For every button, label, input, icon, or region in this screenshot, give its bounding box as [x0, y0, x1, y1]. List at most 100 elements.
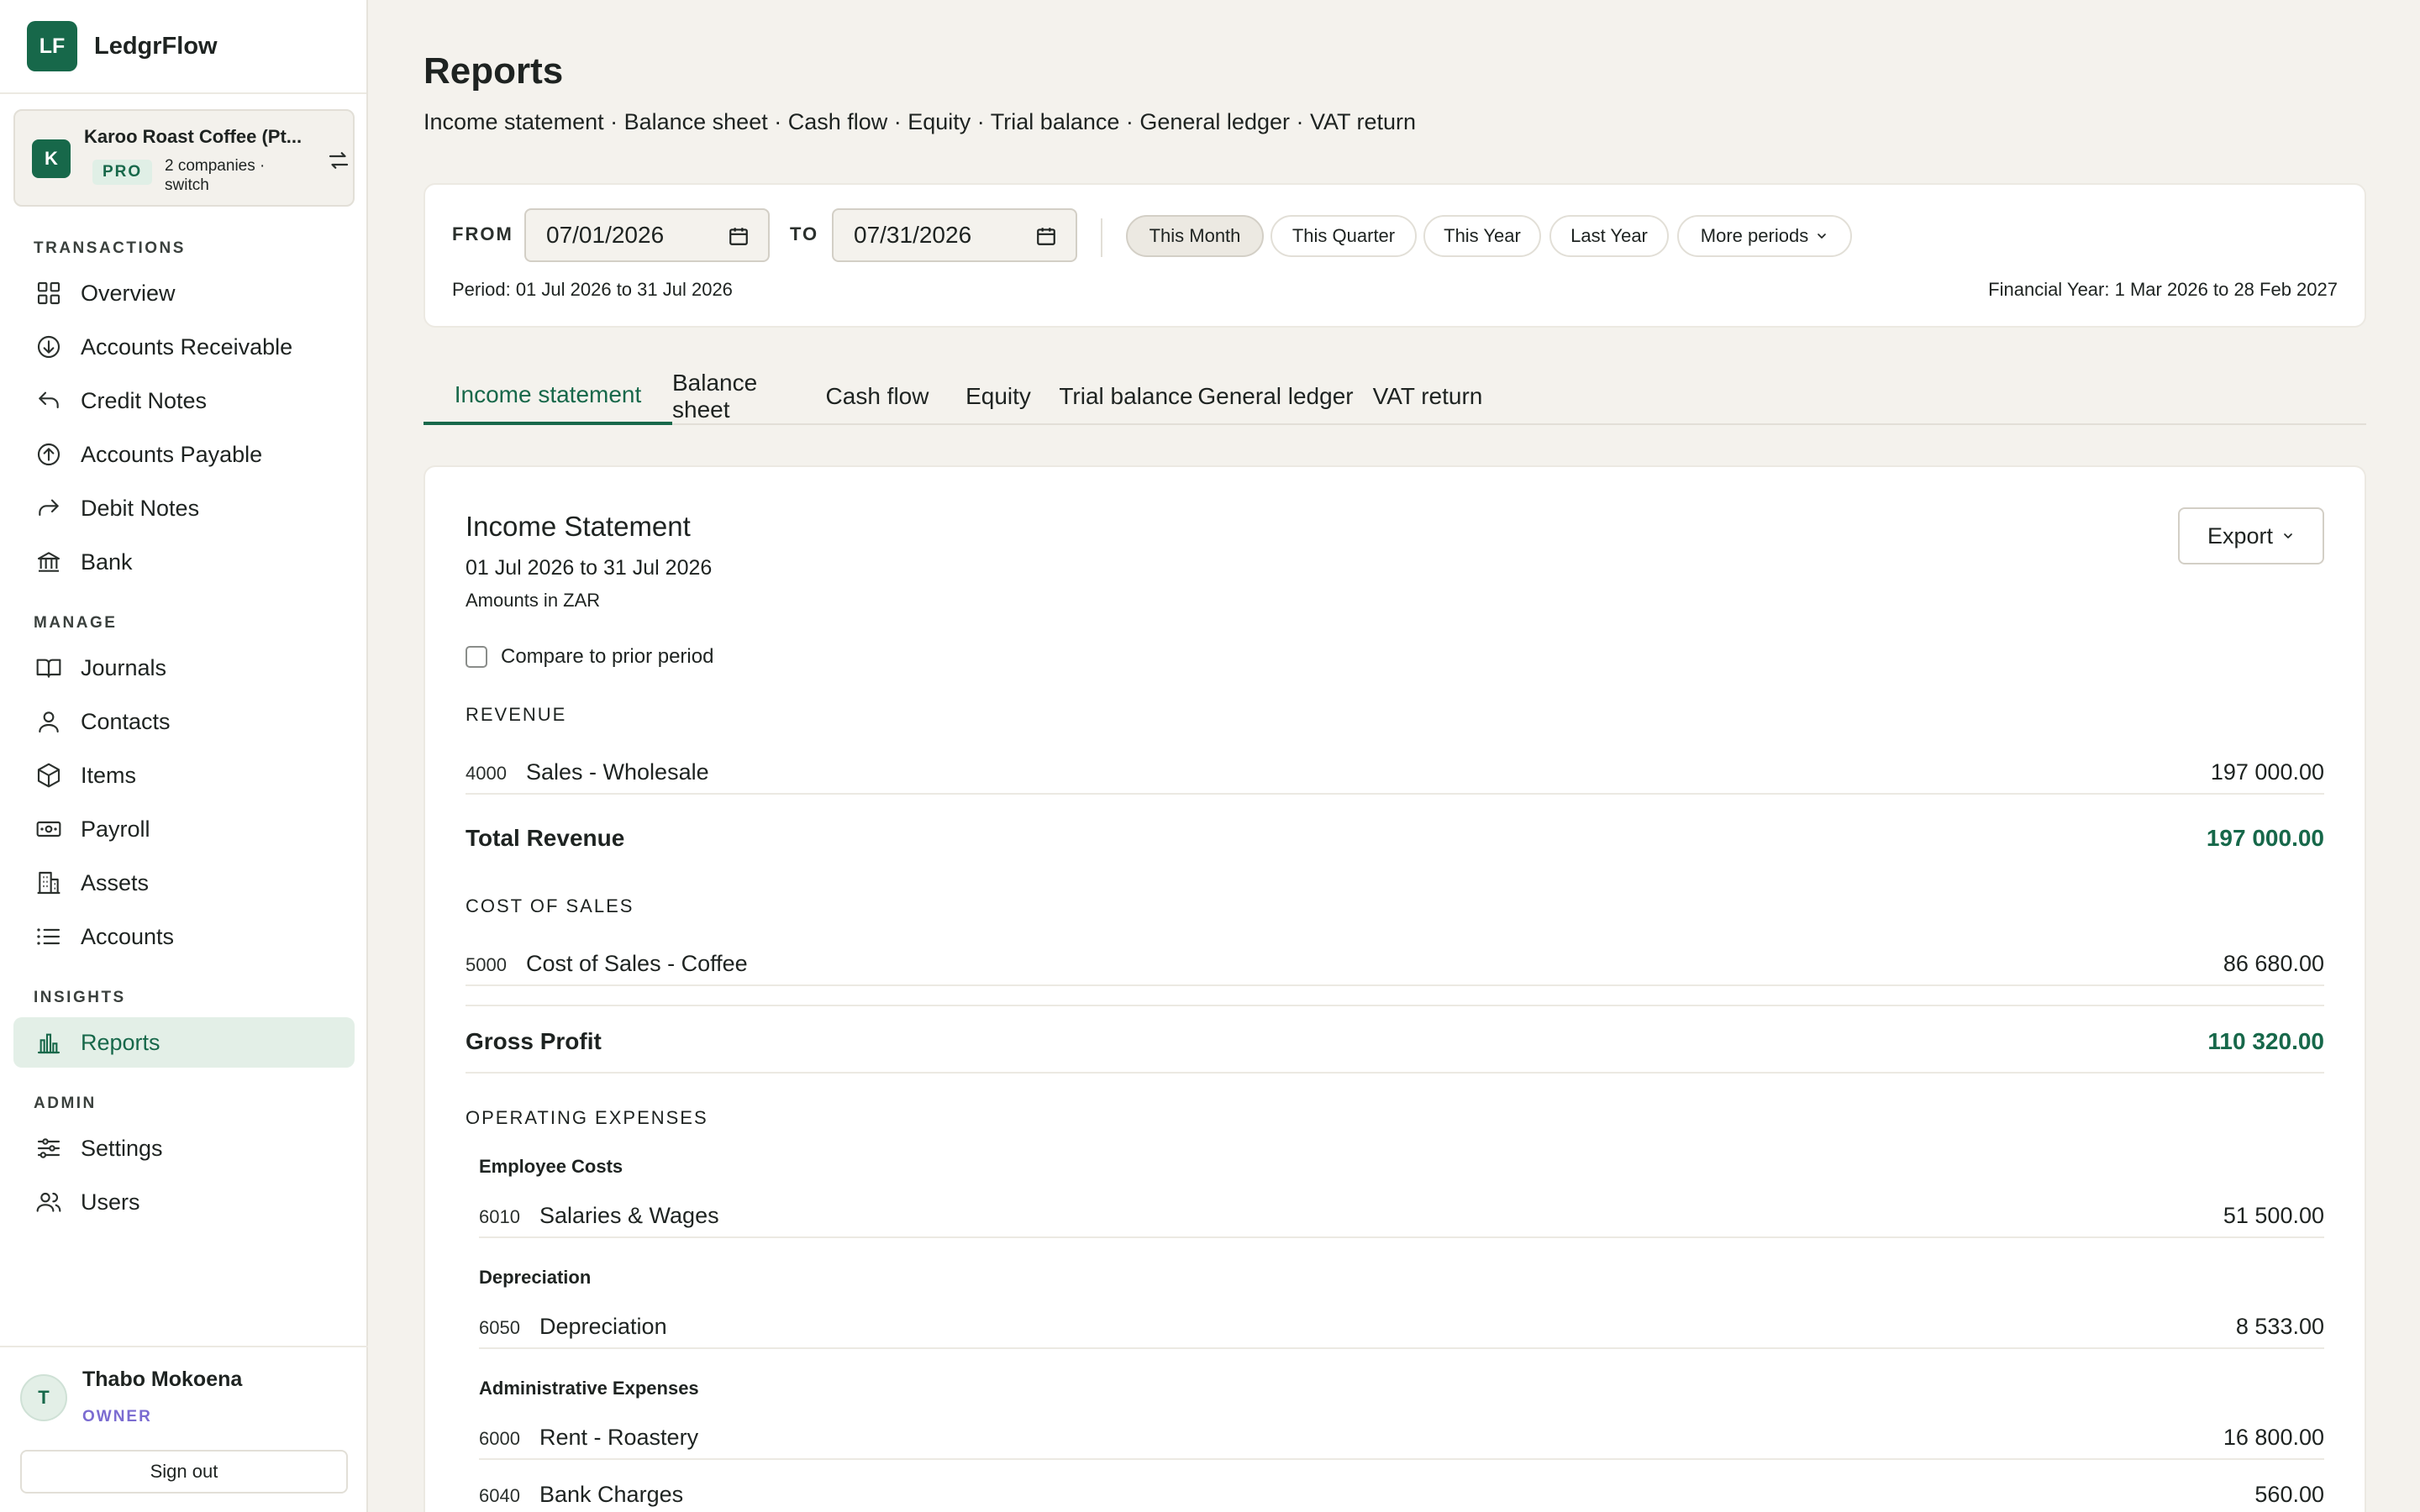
compare-prior-period[interactable]: Compare to prior period [466, 645, 713, 669]
account-row[interactable]: 6010 Salaries & Wages 51 500.00 [479, 1188, 2324, 1238]
account-amount: 560.00 [2254, 1482, 2324, 1507]
report-tabs: Income statement Balance sheet Cash flow… [424, 368, 2366, 425]
tab-trial-balance[interactable]: Trial balance [1059, 368, 1193, 425]
account-code: 6050 [479, 1317, 520, 1338]
account-row[interactable]: 6040 Bank Charges 560.00 [479, 1467, 2324, 1512]
tab-general-ledger[interactable]: General ledger [1193, 368, 1358, 425]
tab-balance-sheet[interactable]: Balance sheet [672, 368, 817, 425]
account-amount: 51 500.00 [2223, 1203, 2324, 1228]
calendar-icon[interactable] [728, 225, 750, 247]
sidebar-item-users[interactable]: Users [13, 1177, 355, 1227]
sidebar-item-items[interactable]: Items [13, 750, 355, 801]
sidebar-item-label: Reports [81, 1029, 160, 1055]
account-code: 6010 [479, 1206, 520, 1227]
chevron-down-icon [2284, 533, 2292, 538]
sidebar-item-bank[interactable]: Bank [13, 537, 355, 587]
undo-arrow-icon [39, 391, 59, 409]
bar-chart-icon [37, 1033, 60, 1054]
total-amount: 197 000.00 [2206, 825, 2324, 851]
tab-income-statement[interactable]: Income statement [424, 368, 672, 425]
chip-last-year[interactable]: Last Year [1549, 215, 1669, 257]
sidebar-item-accounts-payable[interactable]: Accounts Payable [13, 429, 355, 480]
gross-profit-row: Gross Profit 110 320.00 [466, 1015, 2324, 1074]
account-row[interactable]: 5000 Cost of Sales - Coffee 86 680.00 [466, 936, 2324, 986]
sidebar-item-debit-notes[interactable]: Debit Notes [13, 483, 355, 533]
building-icon [37, 871, 60, 895]
sidebar-item-label: Payroll [81, 816, 150, 842]
section-operating-expenses: OPERATING EXPENSES [466, 1107, 708, 1128]
account-name: Bank Charges [539, 1482, 684, 1507]
arrow-up-circle-icon [37, 443, 60, 466]
sidebar-item-label: Settings [81, 1135, 163, 1161]
book-icon [36, 659, 61, 678]
sidebar-item-label: Debit Notes [81, 495, 200, 521]
chevron-down-icon [1818, 234, 1827, 239]
tab-vat-return[interactable]: VAT return [1358, 368, 1497, 425]
sidebar-item-label: Overview [81, 280, 176, 306]
chip-this-year[interactable]: This Year [1423, 215, 1541, 257]
sidebar-item-reports[interactable]: Reports [13, 1017, 355, 1068]
account-row[interactable]: 6000 Rent - Roastery 16 800.00 [479, 1410, 2324, 1460]
account-name: Cost of Sales - Coffee [526, 951, 748, 976]
from-date-input[interactable]: 07/01/2026 [524, 208, 770, 262]
sliders-icon [37, 1138, 60, 1158]
sidebar-item-accounts[interactable]: Accounts [13, 911, 355, 962]
chip-this-quarter[interactable]: This Quarter [1270, 215, 1417, 257]
filter-divider [1101, 218, 1102, 257]
sidebar-item-label: Credit Notes [81, 387, 208, 413]
account-row[interactable]: 6050 Depreciation 8 533.00 [479, 1299, 2324, 1349]
more-periods-label: More periods [1700, 225, 1809, 246]
to-date-input[interactable]: 07/31/2026 [832, 208, 1077, 262]
list-icon [37, 928, 60, 945]
user-role: OWNER [82, 1408, 152, 1425]
total-revenue-row: Total Revenue 197 000.00 [466, 811, 2324, 862]
sidebar-item-label: Accounts [81, 923, 175, 949]
from-label: FROM [452, 223, 513, 244]
account-code: 5000 [466, 954, 507, 975]
page-subtitle: Income statement · Balance sheet · Cash … [424, 109, 1417, 134]
sidebar-item-credit-notes[interactable]: Credit Notes [13, 375, 355, 426]
tab-equity[interactable]: Equity [938, 368, 1059, 425]
company-switcher[interactable]: K Karoo Roast Coffee (Pt... PRO 2 compan… [13, 109, 355, 207]
sidebar-item-journals[interactable]: Journals [13, 643, 355, 693]
company-switch-hint: 2 companies · switch [165, 157, 266, 194]
report-title: Income Statement [466, 511, 691, 542]
account-amount: 16 800.00 [2223, 1425, 2324, 1450]
financial-year-text: Financial Year: 1 Mar 2026 to 28 Feb 202… [1988, 279, 2338, 300]
brand[interactable]: LF LedgrFlow [0, 0, 366, 94]
compare-checkbox[interactable] [466, 646, 487, 668]
section-cost-of-sales: COST OF SALES [466, 895, 634, 916]
divider [466, 1005, 2324, 1006]
nav-section-manage: MANAGE [34, 614, 118, 632]
nav-section-admin: ADMIN [34, 1095, 97, 1112]
grid-icon [37, 281, 60, 305]
export-button[interactable]: Export [2178, 507, 2324, 564]
tab-cash-flow[interactable]: Cash flow [817, 368, 938, 425]
sidebar-item-label: Items [81, 762, 137, 788]
sidebar-item-settings[interactable]: Settings [13, 1123, 355, 1173]
total-label: Gross Profit [466, 1028, 602, 1054]
calendar-icon[interactable] [1035, 225, 1057, 247]
sidebar-item-label: Journals [81, 654, 167, 680]
from-date-value: 07/01/2026 [546, 222, 665, 248]
sidebar-item-contacts[interactable]: Contacts [13, 696, 355, 747]
sidebar-item-accounts-receivable[interactable]: Accounts Receivable [13, 322, 355, 372]
account-code: 6000 [479, 1428, 520, 1449]
chip-this-month[interactable]: This Month [1126, 215, 1264, 257]
report-dates: 01 Jul 2026 to 31 Jul 2026 [466, 556, 713, 580]
account-row[interactable]: 4000 Sales - Wholesale 197 000.00 [466, 744, 2324, 795]
account-name: Salaries & Wages [539, 1203, 719, 1228]
sidebar-item-label: Bank [81, 549, 133, 575]
switch-arrows-icon[interactable] [326, 148, 351, 173]
group-administrative-expenses: Administrative Expenses [479, 1378, 699, 1399]
page-title: Reports [424, 50, 564, 92]
sidebar-item-assets[interactable]: Assets [13, 858, 355, 908]
sidebar-item-payroll[interactable]: Payroll [13, 804, 355, 854]
brand-logo: LF [27, 21, 77, 71]
company-avatar: K [32, 139, 71, 178]
sidebar-item-overview[interactable]: Overview [13, 268, 355, 318]
more-periods-dropdown[interactable]: More periods [1677, 215, 1852, 257]
sign-out-button[interactable]: Sign out [20, 1450, 348, 1494]
sidebar: LF LedgrFlow K Karoo Roast Coffee (Pt...… [0, 0, 368, 1512]
compare-label: Compare to prior period [501, 645, 714, 668]
